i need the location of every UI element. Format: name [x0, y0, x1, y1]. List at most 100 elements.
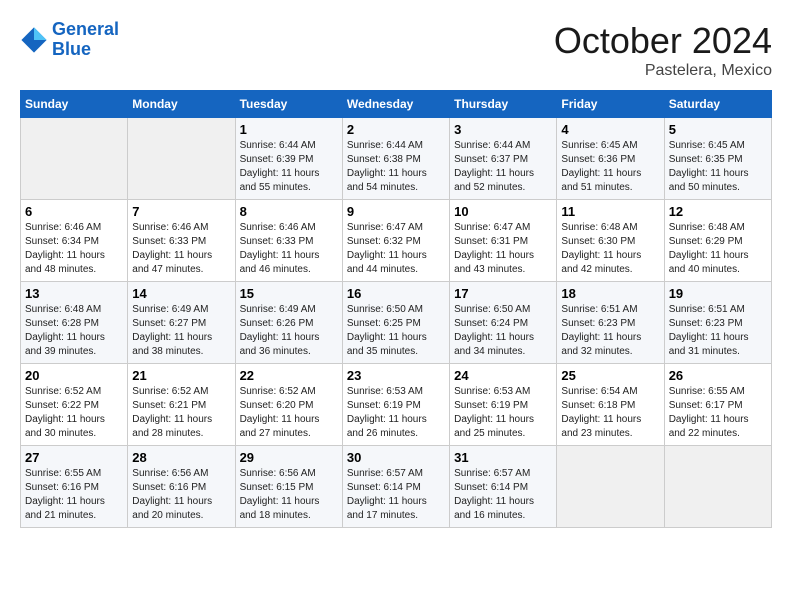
weekday-header-cell: Friday — [557, 91, 664, 118]
day-detail: Sunrise: 6:47 AMSunset: 6:32 PMDaylight:… — [347, 221, 445, 277]
day-detail: Sunrise: 6:56 AMSunset: 6:16 PMDaylight:… — [132, 467, 230, 523]
calendar-cell: 8Sunrise: 6:46 AMSunset: 6:33 PMDaylight… — [235, 200, 342, 282]
month-title: October 2024 — [554, 20, 772, 62]
day-detail: Sunrise: 6:57 AMSunset: 6:14 PMDaylight:… — [454, 467, 552, 523]
weekday-header-cell: Saturday — [664, 91, 771, 118]
day-detail: Sunrise: 6:53 AMSunset: 6:19 PMDaylight:… — [347, 385, 445, 441]
calendar-cell: 29Sunrise: 6:56 AMSunset: 6:15 PMDayligh… — [235, 446, 342, 528]
calendar-cell: 20 Sunrise: 6:52 AMSunset: 6:22 PMDayligh… — [21, 364, 128, 446]
day-detail: Sunrise: 6:54 AMSunset: 6:18 PMDaylight:… — [561, 385, 659, 441]
day-detail: Sunrise: 6:45 AMSunset: 6:36 PMDaylight:… — [561, 139, 659, 195]
day-number: 21 — [132, 368, 230, 383]
day-number: 3 — [454, 122, 552, 137]
logo-text: General Blue — [52, 20, 119, 60]
day-detail: Sunrise: 6:52 AMSunset: 6:21 PMDaylight:… — [132, 385, 230, 441]
calendar-cell: 25 Sunrise: 6:54 AMSunset: 6:18 PMDayligh… — [557, 364, 664, 446]
day-detail: Sunrise: 6:47 AMSunset: 6:31 PMDaylight:… — [454, 221, 552, 277]
weekday-header-cell: Tuesday — [235, 91, 342, 118]
calendar-cell: 4 Sunrise: 6:45 AMSunset: 6:36 PMDaylight… — [557, 118, 664, 200]
day-number: 1 — [240, 122, 338, 137]
calendar-cell: 13 Sunrise: 6:48 AMSunset: 6:28 PMDayligh… — [21, 282, 128, 364]
day-number: 24 — [454, 368, 552, 383]
calendar-cell: 27 Sunrise: 6:55 AMSunset: 6:16 PMDayligh… — [21, 446, 128, 528]
day-number: 22 — [240, 368, 338, 383]
day-detail: Sunrise: 6:46 AMSunset: 6:34 PMDaylight:… — [25, 221, 123, 277]
title-block: October 2024 Pastelera, Mexico — [554, 20, 772, 80]
day-number: 19 — [669, 286, 767, 301]
calendar-cell: 5 Sunrise: 6:45 AMSunset: 6:35 PMDaylight… — [664, 118, 771, 200]
day-detail: Sunrise: 6:55 AMSunset: 6:17 PMDaylight:… — [669, 385, 767, 441]
calendar-cell — [128, 118, 235, 200]
calendar-cell: 2 Sunrise: 6:44 AMSunset: 6:38 PMDaylight… — [342, 118, 449, 200]
day-number: 25 — [561, 368, 659, 383]
calendar-table: SundayMondayTuesdayWednesdayThursdayFrid… — [20, 90, 772, 528]
day-detail: Sunrise: 6:56 AMSunset: 6:15 PMDaylight:… — [240, 467, 338, 523]
day-number: 11 — [561, 204, 659, 219]
weekday-header-cell: Wednesday — [342, 91, 449, 118]
day-number: 4 — [561, 122, 659, 137]
day-number: 2 — [347, 122, 445, 137]
day-detail: Sunrise: 6:52 AMSunset: 6:22 PMDaylight:… — [25, 385, 123, 441]
calendar-cell: 1 Sunrise: 6:44 AMSunset: 6:39 PMDaylight… — [235, 118, 342, 200]
day-number: 6 — [25, 204, 123, 219]
day-detail: Sunrise: 6:44 AMSunset: 6:39 PMDaylight:… — [240, 139, 338, 195]
day-detail: Sunrise: 6:44 AMSunset: 6:37 PMDaylight:… — [454, 139, 552, 195]
day-detail: Sunrise: 6:51 AMSunset: 6:23 PMDaylight:… — [669, 303, 767, 359]
calendar-cell: 7Sunrise: 6:46 AMSunset: 6:33 PMDaylight… — [128, 200, 235, 282]
day-number: 17 — [454, 286, 552, 301]
calendar-cell — [557, 446, 664, 528]
day-detail: Sunrise: 6:50 AMSunset: 6:24 PMDaylight:… — [454, 303, 552, 359]
day-detail: Sunrise: 6:48 AMSunset: 6:28 PMDaylight:… — [25, 303, 123, 359]
day-number: 31 — [454, 450, 552, 465]
calendar-cell: 12 Sunrise: 6:48 AMSunset: 6:29 PMDayligh… — [664, 200, 771, 282]
day-number: 27 — [25, 450, 123, 465]
calendar-cell: 9Sunrise: 6:47 AMSunset: 6:32 PMDaylight… — [342, 200, 449, 282]
day-number: 20 — [25, 368, 123, 383]
day-detail: Sunrise: 6:49 AMSunset: 6:26 PMDaylight:… — [240, 303, 338, 359]
day-detail: Sunrise: 6:51 AMSunset: 6:23 PMDaylight:… — [561, 303, 659, 359]
weekday-header-cell: Thursday — [450, 91, 557, 118]
calendar-cell: 15 Sunrise: 6:49 AMSunset: 6:26 PMDayligh… — [235, 282, 342, 364]
day-number: 15 — [240, 286, 338, 301]
calendar-cell: 10 Sunrise: 6:47 AMSunset: 6:31 PMDayligh… — [450, 200, 557, 282]
day-detail: Sunrise: 6:49 AMSunset: 6:27 PMDaylight:… — [132, 303, 230, 359]
calendar-week-row: 6 Sunrise: 6:46 AMSunset: 6:34 PMDaylight… — [21, 200, 772, 282]
day-number: 10 — [454, 204, 552, 219]
calendar-cell: 3 Sunrise: 6:44 AMSunset: 6:37 PMDaylight… — [450, 118, 557, 200]
day-detail: Sunrise: 6:46 AMSunset: 6:33 PMDaylight:… — [240, 221, 338, 277]
day-number: 5 — [669, 122, 767, 137]
day-number: 12 — [669, 204, 767, 219]
day-detail: Sunrise: 6:45 AMSunset: 6:35 PMDaylight:… — [669, 139, 767, 195]
logo-icon — [20, 26, 48, 54]
calendar-cell: 24Sunrise: 6:53 AMSunset: 6:19 PMDayligh… — [450, 364, 557, 446]
calendar-cell — [21, 118, 128, 200]
day-detail: Sunrise: 6:55 AMSunset: 6:16 PMDaylight:… — [25, 467, 123, 523]
calendar-cell: 18 Sunrise: 6:51 AMSunset: 6:23 PMDayligh… — [557, 282, 664, 364]
calendar-cell: 19 Sunrise: 6:51 AMSunset: 6:23 PMDayligh… — [664, 282, 771, 364]
calendar-cell: 22Sunrise: 6:52 AMSunset: 6:20 PMDayligh… — [235, 364, 342, 446]
day-number: 26 — [669, 368, 767, 383]
calendar-week-row: 13 Sunrise: 6:48 AMSunset: 6:28 PMDayligh… — [21, 282, 772, 364]
calendar-cell: 28Sunrise: 6:56 AMSunset: 6:16 PMDayligh… — [128, 446, 235, 528]
day-number: 18 — [561, 286, 659, 301]
calendar-body: 1 Sunrise: 6:44 AMSunset: 6:39 PMDaylight… — [21, 118, 772, 528]
calendar-week-row: 27 Sunrise: 6:55 AMSunset: 6:16 PMDayligh… — [21, 446, 772, 528]
calendar-cell: 23Sunrise: 6:53 AMSunset: 6:19 PMDayligh… — [342, 364, 449, 446]
day-detail: Sunrise: 6:44 AMSunset: 6:38 PMDaylight:… — [347, 139, 445, 195]
calendar-cell: 21 Sunrise: 6:52 AMSunset: 6:21 PMDayligh… — [128, 364, 235, 446]
day-detail: Sunrise: 6:50 AMSunset: 6:25 PMDaylight:… — [347, 303, 445, 359]
calendar-cell: 31 Sunrise: 6:57 AMSunset: 6:14 PMDayligh… — [450, 446, 557, 528]
calendar-week-row: 20 Sunrise: 6:52 AMSunset: 6:22 PMDayligh… — [21, 364, 772, 446]
day-detail: Sunrise: 6:48 AMSunset: 6:30 PMDaylight:… — [561, 221, 659, 277]
day-detail: Sunrise: 6:48 AMSunset: 6:29 PMDaylight:… — [669, 221, 767, 277]
page-header: General Blue October 2024 Pastelera, Mex… — [20, 20, 772, 80]
day-number: 13 — [25, 286, 123, 301]
calendar-cell: 6 Sunrise: 6:46 AMSunset: 6:34 PMDaylight… — [21, 200, 128, 282]
calendar-cell: 26 Sunrise: 6:55 AMSunset: 6:17 PMDayligh… — [664, 364, 771, 446]
weekday-header-cell: Sunday — [21, 91, 128, 118]
calendar-cell: 11 Sunrise: 6:48 AMSunset: 6:30 PMDayligh… — [557, 200, 664, 282]
day-number: 16 — [347, 286, 445, 301]
calendar-week-row: 1 Sunrise: 6:44 AMSunset: 6:39 PMDaylight… — [21, 118, 772, 200]
calendar-cell — [664, 446, 771, 528]
calendar-cell: 17 Sunrise: 6:50 AMSunset: 6:24 PMDayligh… — [450, 282, 557, 364]
